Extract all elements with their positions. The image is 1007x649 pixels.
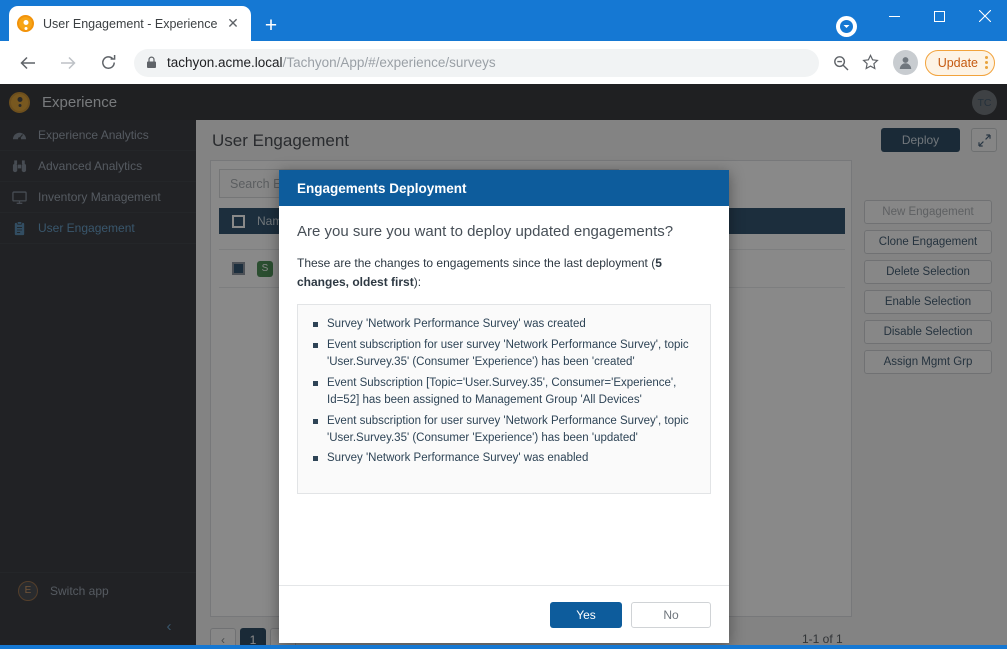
lock-icon [146,56,157,69]
dialog-body: Are you sure you want to deploy updated … [279,206,729,495]
list-item: Survey 'Network Performance Survey' was … [312,316,696,333]
star-icon[interactable] [856,48,886,78]
cancel-no-button[interactable]: No [631,601,711,628]
forward-arrow-icon[interactable] [52,47,84,79]
engagements-deployment-dialog: Engagements Deployment Are you sure you … [279,170,729,643]
confirm-yes-button[interactable]: Yes [550,601,622,628]
list-item: Survey 'Network Performance Survey' was … [312,450,696,467]
list-item: Event subscription for user survey 'Netw… [312,337,696,372]
dialog-title: Engagements Deployment [297,180,467,196]
close-icon[interactable]: ✕ [223,14,243,34]
browser-tab-title: User Engagement - Experience [43,16,218,31]
address-bar[interactable]: tachyon.acme.local/Tachyon/App/#/experie… [134,48,819,77]
chevron-down-icon[interactable] [836,16,857,37]
update-button[interactable]: Update [924,49,995,76]
toolbar-right-group: Update [826,41,1001,84]
changes-list: Survey 'Network Performance Survey' was … [312,316,696,468]
reload-icon[interactable] [92,47,124,79]
browser-tab[interactable]: User Engagement - Experience ✕ [9,6,251,41]
back-arrow-icon[interactable] [12,47,44,79]
window-close-button[interactable] [962,0,1007,32]
page-viewport: Experience TC Experience Analytics Advan… [0,84,1007,645]
experience-logo-icon [17,15,34,32]
dialog-title-bar: Engagements Deployment [279,170,729,206]
browser-tab-strip: User Engagement - Experience ✕ + [0,0,1007,41]
url-path: /Tachyon/App/#/experience/surveys [282,55,496,70]
zoom-out-icon[interactable] [826,48,856,78]
browser-window: User Engagement - Experience ✕ + tachyon… [0,0,1007,649]
dialog-subtitle-post: ): [413,274,422,289]
window-minimize-button[interactable] [872,0,917,32]
update-button-label: Update [937,55,978,70]
address-bar-url: tachyon.acme.local/Tachyon/App/#/experie… [167,55,496,70]
new-tab-button[interactable]: + [258,12,284,38]
dialog-subtitle-pre: These are the changes to engagements sin… [297,256,656,270]
dialog-question: Are you sure you want to deploy updated … [297,223,674,240]
dialog-subtitle: These are the changes to engagements sin… [297,254,711,291]
browser-toolbar: tachyon.acme.local/Tachyon/App/#/experie… [0,41,1007,84]
changes-list-box[interactable]: Survey 'Network Performance Survey' was … [297,304,711,495]
window-maximize-button[interactable] [917,0,962,32]
url-host: tachyon.acme.local [167,55,283,70]
horizontal-scrollbar[interactable] [0,645,1007,649]
kebab-menu-icon[interactable] [985,56,988,69]
dialog-footer: Yes No [279,585,729,643]
profile-avatar-icon[interactable] [892,50,918,75]
list-item: Event Subscription [Topic='User.Survey.3… [312,375,696,410]
list-item: Event subscription for user survey 'Netw… [312,413,696,448]
